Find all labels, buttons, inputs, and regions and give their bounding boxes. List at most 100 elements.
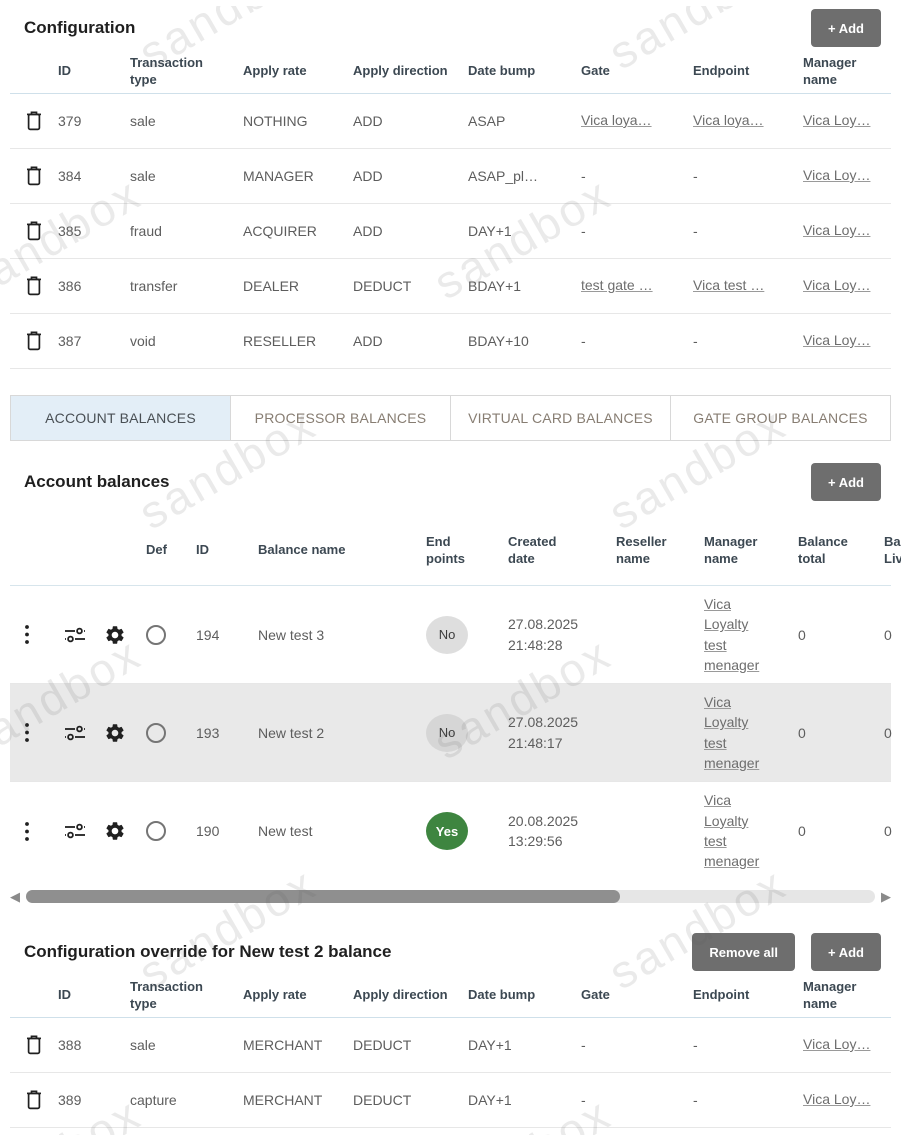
cell-bump: ASAP bbox=[468, 113, 581, 129]
cell-direction: ADD bbox=[353, 333, 468, 349]
scrollbar-thumb[interactable] bbox=[26, 890, 620, 903]
kebab-menu-icon[interactable] bbox=[24, 722, 64, 743]
tab-gate-group-balances[interactable]: GATE GROUP BALANCES bbox=[671, 396, 890, 440]
cell-id: 386 bbox=[58, 278, 130, 294]
cell-id: 389 bbox=[58, 1092, 130, 1108]
cell-bump: BDAY+1 bbox=[468, 278, 581, 294]
col-transaction-type: Transaction type bbox=[130, 979, 243, 1012]
manager-link[interactable]: Vica Loy… bbox=[803, 112, 878, 128]
cell-bump: ASAP_pl… bbox=[468, 168, 581, 184]
gate-link[interactable]: test gate … bbox=[581, 277, 661, 293]
table-header-row: Def ID Balance name End points Created d… bbox=[10, 516, 891, 586]
override-title: Configuration override for New test 2 ba… bbox=[24, 942, 391, 962]
filters-icon[interactable] bbox=[64, 724, 104, 742]
cell-rate: NOTHING bbox=[243, 113, 353, 129]
cell-direction: ADD bbox=[353, 223, 468, 239]
default-radio[interactable] bbox=[146, 821, 166, 841]
cell-type: sale bbox=[130, 168, 243, 184]
manager-link[interactable]: Vica Loyalty test menager bbox=[704, 790, 770, 871]
table-row: 388 sale MERCHANT DEDUCT DAY+1 - - Vica … bbox=[10, 1018, 891, 1073]
cell-type: sale bbox=[130, 1037, 243, 1053]
col-date-bump: Date bump bbox=[468, 63, 581, 79]
col-id: ID bbox=[196, 542, 258, 558]
cell-rate: RESELLER bbox=[243, 333, 353, 349]
manager-link[interactable]: Vica Loyalty test menager bbox=[704, 594, 770, 675]
cell-type: sale bbox=[130, 113, 243, 129]
col-created-date: Created date bbox=[508, 534, 616, 567]
add-override-button[interactable]: + Add bbox=[811, 933, 881, 971]
account-balances-section: Account balances + Add Def ID Balance na… bbox=[0, 460, 901, 904]
col-endpoint: Endpoint bbox=[693, 987, 803, 1003]
manager-link[interactable]: Vica Loy… bbox=[803, 332, 878, 348]
account-balances-title: Account balances bbox=[24, 472, 170, 492]
table-row: 190 New test Yes 20.08.2025 13:29:56 Vic… bbox=[10, 782, 891, 880]
endpoint-link[interactable]: Vica test … bbox=[693, 277, 772, 293]
settings-gear-icon[interactable] bbox=[104, 820, 146, 842]
delete-icon[interactable] bbox=[26, 276, 58, 296]
cell-bump: DAY+1 bbox=[468, 1037, 581, 1053]
default-radio[interactable] bbox=[146, 625, 166, 645]
horizontal-scrollbar[interactable]: ◀ ▶ bbox=[10, 888, 891, 904]
cell-balance-name: New test 2 bbox=[258, 725, 426, 741]
manager-link[interactable]: Vica Loy… bbox=[803, 1091, 878, 1107]
kebab-menu-icon[interactable] bbox=[24, 821, 64, 842]
tab-virtual-card-balances[interactable]: VIRTUAL CARD BALANCES bbox=[451, 396, 671, 440]
cell-gate: - bbox=[581, 223, 693, 239]
configuration-override-section: Configuration override for New test 2 ba… bbox=[0, 930, 901, 1128]
delete-icon[interactable] bbox=[26, 331, 58, 351]
manager-link[interactable]: Vica Loy… bbox=[803, 167, 878, 183]
add-balance-button[interactable]: + Add bbox=[811, 463, 881, 501]
cell-balance-total: 0 bbox=[798, 725, 884, 741]
cell-id: 388 bbox=[58, 1037, 130, 1053]
scroll-right-icon[interactable]: ▶ bbox=[881, 890, 891, 903]
endpoint-link[interactable]: Vica loya… bbox=[693, 112, 772, 128]
table-header-row: ID Transaction type Apply rate Apply dir… bbox=[10, 974, 891, 1018]
configuration-section: Configuration + Add ID Transaction type … bbox=[0, 6, 901, 369]
col-date-bump: Date bump bbox=[468, 987, 581, 1003]
cell-id: 194 bbox=[196, 627, 258, 643]
delete-icon[interactable] bbox=[26, 1090, 58, 1110]
default-radio[interactable] bbox=[146, 723, 166, 743]
cell-type: capture bbox=[130, 1092, 243, 1108]
cell-balance-total: 0 bbox=[798, 823, 884, 839]
delete-icon[interactable] bbox=[26, 166, 58, 186]
add-configuration-button[interactable]: + Add bbox=[811, 9, 881, 47]
cell-type: transfer bbox=[130, 278, 243, 294]
col-apply-rate: Apply rate bbox=[243, 63, 353, 79]
col-apply-direction: Apply direction bbox=[353, 63, 468, 79]
manager-link[interactable]: Vica Loyalty test menager bbox=[704, 692, 770, 773]
cell-id: 385 bbox=[58, 223, 130, 239]
cell-bump: BDAY+10 bbox=[468, 333, 581, 349]
gate-link[interactable]: Vica loya… bbox=[581, 112, 660, 128]
cell-direction: ADD bbox=[353, 168, 468, 184]
kebab-menu-icon[interactable] bbox=[24, 624, 64, 645]
col-id: ID bbox=[58, 63, 130, 79]
tab-processor-balances[interactable]: PROCESSOR BALANCES bbox=[231, 396, 451, 440]
manager-link[interactable]: Vica Loy… bbox=[803, 277, 878, 293]
remove-all-button[interactable]: Remove all bbox=[692, 933, 795, 971]
cell-direction: DEDUCT bbox=[353, 278, 468, 294]
cell-balance-name: New test bbox=[258, 823, 426, 839]
col-balance-live: Balance Live bbox=[884, 534, 901, 567]
delete-icon[interactable] bbox=[26, 111, 58, 131]
table-row: 384 sale MANAGER ADD ASAP_pl… - - Vica L… bbox=[10, 149, 891, 204]
cell-balance-live: 0 bbox=[884, 823, 901, 839]
cell-bump: DAY+1 bbox=[468, 223, 581, 239]
filters-icon[interactable] bbox=[64, 626, 104, 644]
override-table: ID Transaction type Apply rate Apply dir… bbox=[10, 974, 891, 1128]
delete-icon[interactable] bbox=[26, 1035, 58, 1055]
cell-gate: - bbox=[581, 1092, 693, 1108]
col-gate: Gate bbox=[581, 987, 693, 1003]
col-transaction-type: Transaction type bbox=[130, 55, 243, 88]
cell-id: 190 bbox=[196, 823, 258, 839]
delete-icon[interactable] bbox=[26, 221, 58, 241]
manager-link[interactable]: Vica Loy… bbox=[803, 222, 878, 238]
cell-balance-total: 0 bbox=[798, 627, 884, 643]
settings-gear-icon[interactable] bbox=[104, 624, 146, 646]
tab-account-balances[interactable]: ACCOUNT BALANCES bbox=[11, 396, 231, 440]
manager-link[interactable]: Vica Loy… bbox=[803, 1036, 878, 1052]
scrollbar-track[interactable] bbox=[26, 890, 875, 903]
scroll-left-icon[interactable]: ◀ bbox=[10, 890, 20, 903]
filters-icon[interactable] bbox=[64, 822, 104, 840]
settings-gear-icon[interactable] bbox=[104, 722, 146, 744]
